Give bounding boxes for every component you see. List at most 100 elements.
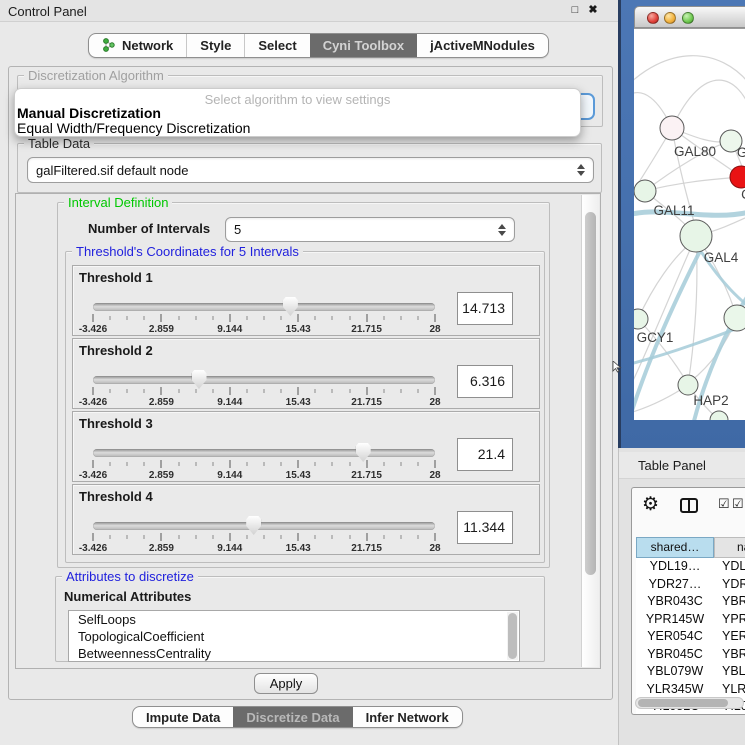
float-window-icon[interactable]: □ [568, 3, 582, 18]
column-header[interactable]: shared… [636, 537, 714, 558]
table-row[interactable]: YDL19…YDL1 [636, 558, 745, 576]
minor-tick [349, 316, 350, 320]
slider-track[interactable] [93, 449, 435, 457]
minor-tick [349, 462, 350, 466]
network-node[interactable] [710, 411, 728, 420]
table-cell[interactable]: YDL1 [714, 558, 745, 576]
dropdown-option[interactable]: Manual Discretization [15, 106, 580, 121]
checkbox-icon[interactable]: ☑ [718, 496, 730, 512]
table-row[interactable]: YBR045CYBR0 [636, 646, 745, 664]
major-tick [366, 533, 367, 541]
slider-track[interactable] [93, 522, 435, 530]
table-cell[interactable]: YBL0 [714, 663, 745, 681]
tick-label: 9.144 [217, 470, 242, 481]
attribute-list-item[interactable]: SelfLoops [69, 611, 519, 628]
minor-tick [127, 462, 128, 466]
table-row[interactable]: YER054CYER0 [636, 628, 745, 646]
table-cell[interactable]: YDL19… [636, 558, 714, 576]
table-cell[interactable]: YBR0 [714, 593, 745, 611]
minor-tick [417, 535, 418, 539]
table-cell[interactable]: YDR27… [636, 576, 714, 594]
slider-ticks: -3.4262.8599.14415.4321.71528 [93, 460, 435, 469]
table-row[interactable]: YBR043CYBR0 [636, 593, 745, 611]
tick-label: 2.859 [149, 543, 174, 554]
slider-track[interactable] [93, 303, 435, 311]
bottom-tab-infer-network[interactable]: Infer Network [353, 707, 462, 727]
dropdown-option[interactable]: Equal Width/Frequency Discretization [15, 121, 580, 136]
dropdown-options: Manual DiscretizationEqual Width/Frequen… [15, 106, 580, 136]
numerical-attributes-list[interactable]: SelfLoopsTopologicalCoefficientBetweenne… [68, 610, 520, 662]
minor-tick [315, 389, 316, 393]
minor-tick [264, 389, 265, 393]
network-node[interactable] [730, 166, 745, 188]
minor-tick [110, 389, 111, 393]
zoom-traffic-light[interactable] [682, 12, 694, 24]
table-row[interactable]: YPR145WYPR1 [636, 611, 745, 629]
table-row[interactable]: YDR27…YDR2 [636, 576, 745, 594]
network-node[interactable] [678, 375, 698, 395]
apply-button[interactable]: Apply [254, 673, 318, 694]
tab-select[interactable]: Select [244, 34, 309, 57]
table-cell[interactable]: YPR145W [636, 611, 714, 629]
table-cell[interactable]: YBR0 [714, 646, 745, 664]
table-cell[interactable]: YLR345W [636, 681, 714, 699]
table-cell[interactable]: YPR1 [714, 611, 745, 629]
scrollbar-thumb[interactable] [638, 699, 728, 707]
major-tick [93, 387, 94, 395]
network-node[interactable] [634, 309, 648, 329]
table-cell[interactable]: YER054C [636, 628, 714, 646]
column-header[interactable]: na [714, 537, 745, 558]
network-node[interactable] [724, 305, 745, 331]
network-node[interactable] [634, 180, 656, 202]
attribute-list-item[interactable]: TopologicalCoefficient [69, 628, 519, 645]
bottom-tab-discretize-data[interactable]: Discretize Data [233, 707, 352, 727]
node-label: GCY1 [637, 330, 674, 345]
network-canvas[interactable]: GAL80G.CGAL11GAL4GCY1HHAP2 [634, 28, 745, 420]
node-label: HAP2 [693, 393, 728, 408]
close-traffic-light[interactable] [647, 12, 659, 24]
network-node[interactable] [680, 220, 712, 252]
minor-tick [264, 535, 265, 539]
threshold-value-field[interactable]: 14.713 [457, 292, 513, 325]
tab-label: Style [200, 38, 231, 53]
gear-icon[interactable]: ⚙ [642, 494, 659, 516]
table-row[interactable]: YBL079WYBL0 [636, 663, 745, 681]
tab-style[interactable]: Style [186, 34, 244, 57]
attribute-list-item[interactable]: BetweennessCentrality [69, 645, 519, 662]
tab-cyni-toolbox[interactable]: Cyni Toolbox [310, 34, 417, 57]
minor-tick [332, 535, 333, 539]
minimize-traffic-light[interactable] [664, 12, 676, 24]
tab-jactivemnodules[interactable]: jActiveMNodules [417, 34, 548, 57]
tick-label: 2.859 [149, 470, 174, 481]
settings-scrollbar[interactable] [581, 195, 599, 667]
bottom-tab-impute-data[interactable]: Impute Data [133, 707, 233, 727]
close-icon[interactable]: ✖ [586, 3, 600, 18]
checkbox-icon[interactable]: ☑ [732, 496, 744, 512]
table-data-combobox[interactable]: galFiltered.sif default node [27, 157, 594, 183]
table-cell[interactable]: YBR043C [636, 593, 714, 611]
threshold-value-field[interactable]: 21.4 [457, 438, 513, 471]
attributes-list-scrollbar[interactable] [507, 612, 518, 660]
threshold-value-field[interactable]: 11.344 [457, 511, 513, 544]
slider-track[interactable] [93, 376, 435, 384]
table-cell[interactable]: YDR2 [714, 576, 745, 594]
node-label: GAL4 [704, 250, 739, 265]
table-horizontal-scrollbar[interactable] [635, 697, 744, 709]
scrollbar-thumb[interactable] [585, 212, 596, 575]
network-node[interactable] [660, 116, 684, 140]
number-of-intervals-combobox[interactable]: 5 [225, 217, 515, 242]
table-cell[interactable]: YLR3 [714, 681, 745, 699]
minor-tick [195, 462, 196, 466]
table-cell[interactable]: YBR045C [636, 646, 714, 664]
control-panel: Control Panel □ ✖ NetworkStyleSelectCyni… [0, 0, 618, 745]
split-columns-icon[interactable] [680, 498, 698, 513]
mouse-cursor [612, 361, 622, 373]
network-window-titlebar[interactable] [634, 6, 745, 28]
table-cell[interactable]: YER0 [714, 628, 745, 646]
tick-label: -3.426 [79, 324, 107, 335]
scrollbar-thumb[interactable] [508, 613, 517, 659]
table-cell[interactable]: YBL079W [636, 663, 714, 681]
tab-network[interactable]: Network [89, 34, 186, 57]
table-row[interactable]: YLR345WYLR3 [636, 681, 745, 699]
threshold-value-field[interactable]: 6.316 [457, 365, 513, 398]
